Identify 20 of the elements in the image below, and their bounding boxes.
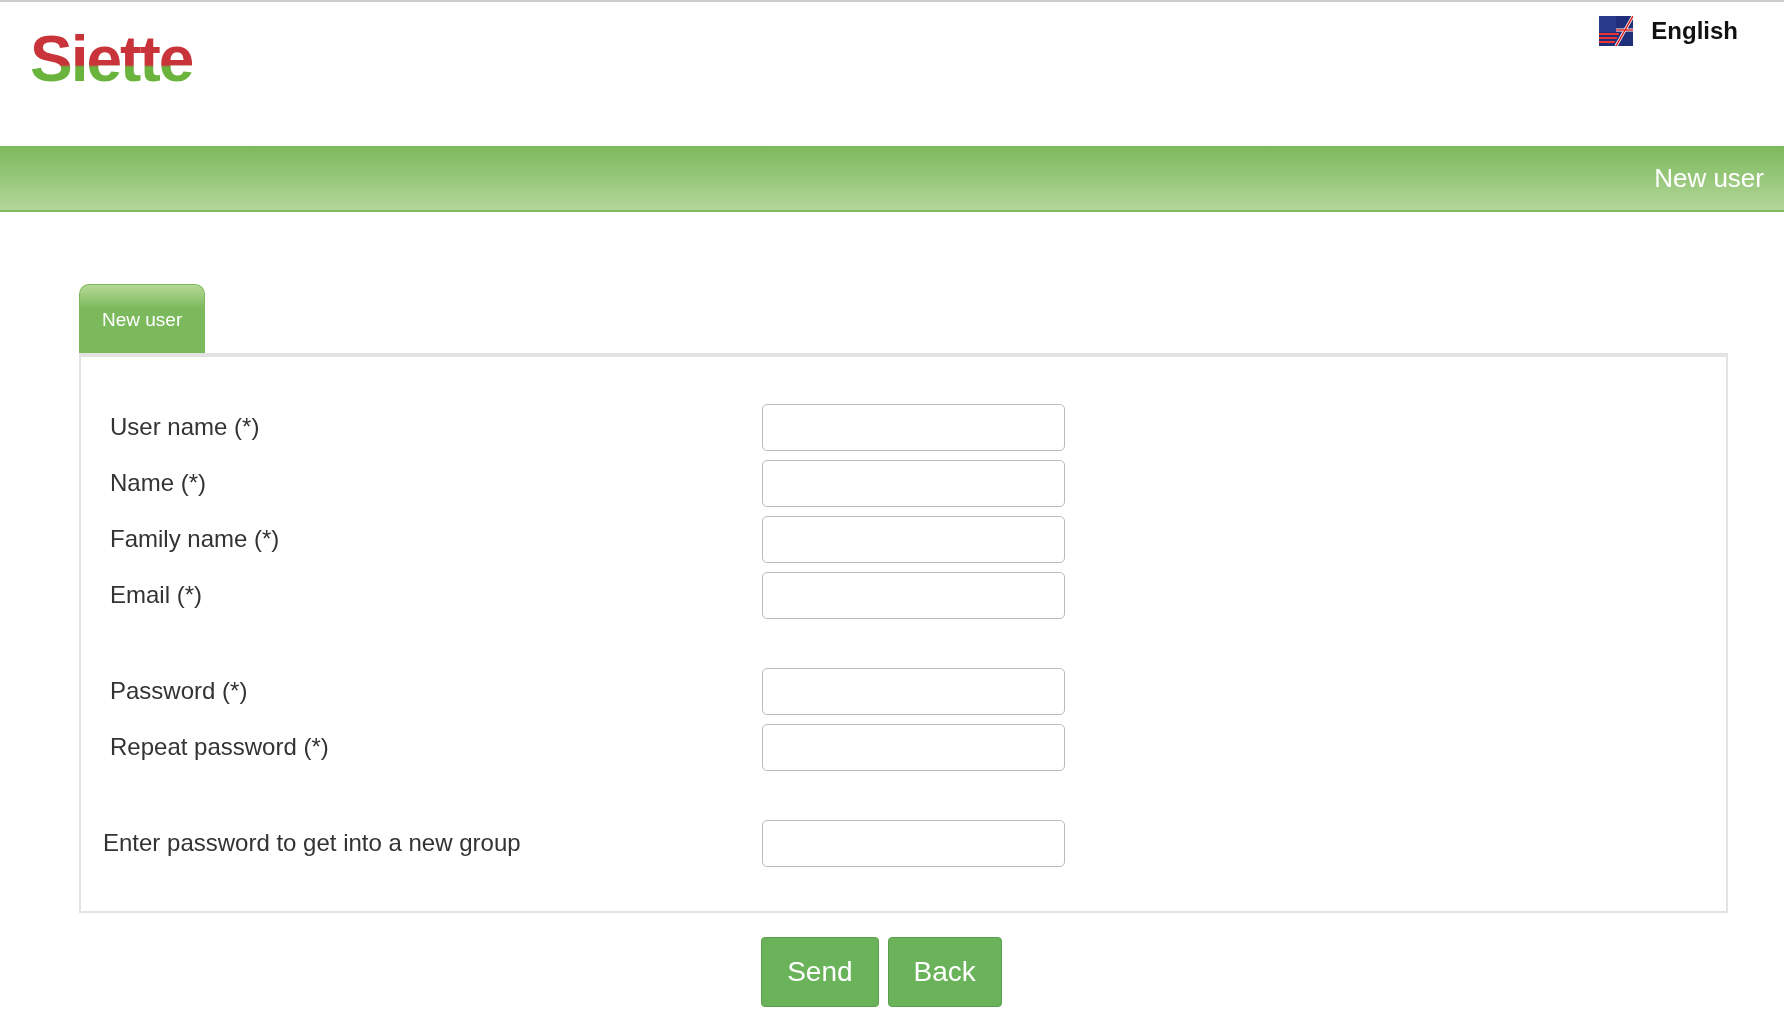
input-field[interactable]: [762, 515, 1065, 563]
input-field[interactable]: [762, 667, 1065, 715]
input-field[interactable]: [762, 459, 1065, 507]
input-field[interactable]: [762, 403, 1065, 451]
field-label: Repeat password (*): [109, 733, 330, 761]
field-label: Email (*): [109, 581, 203, 609]
form-button[interactable]: Send: [761, 937, 879, 1007]
language-link[interactable]: English: [1651, 17, 1738, 45]
field-label: Family name (*): [109, 525, 281, 553]
tab[interactable]: New user: [79, 284, 206, 353]
field-label: Password (*): [109, 677, 249, 705]
input-field[interactable]: [762, 571, 1065, 619]
input-field[interactable]: [762, 723, 1065, 771]
field-label: Enter password to get into a new group: [102, 829, 522, 857]
flag-icon[interactable]: [1599, 16, 1634, 46]
field-label: Name (*): [109, 469, 207, 497]
input-field[interactable]: [762, 819, 1065, 867]
field-label: User name (*): [109, 413, 261, 441]
page-title: New user: [1654, 162, 1764, 194]
form-button[interactable]: Back: [887, 937, 1002, 1007]
